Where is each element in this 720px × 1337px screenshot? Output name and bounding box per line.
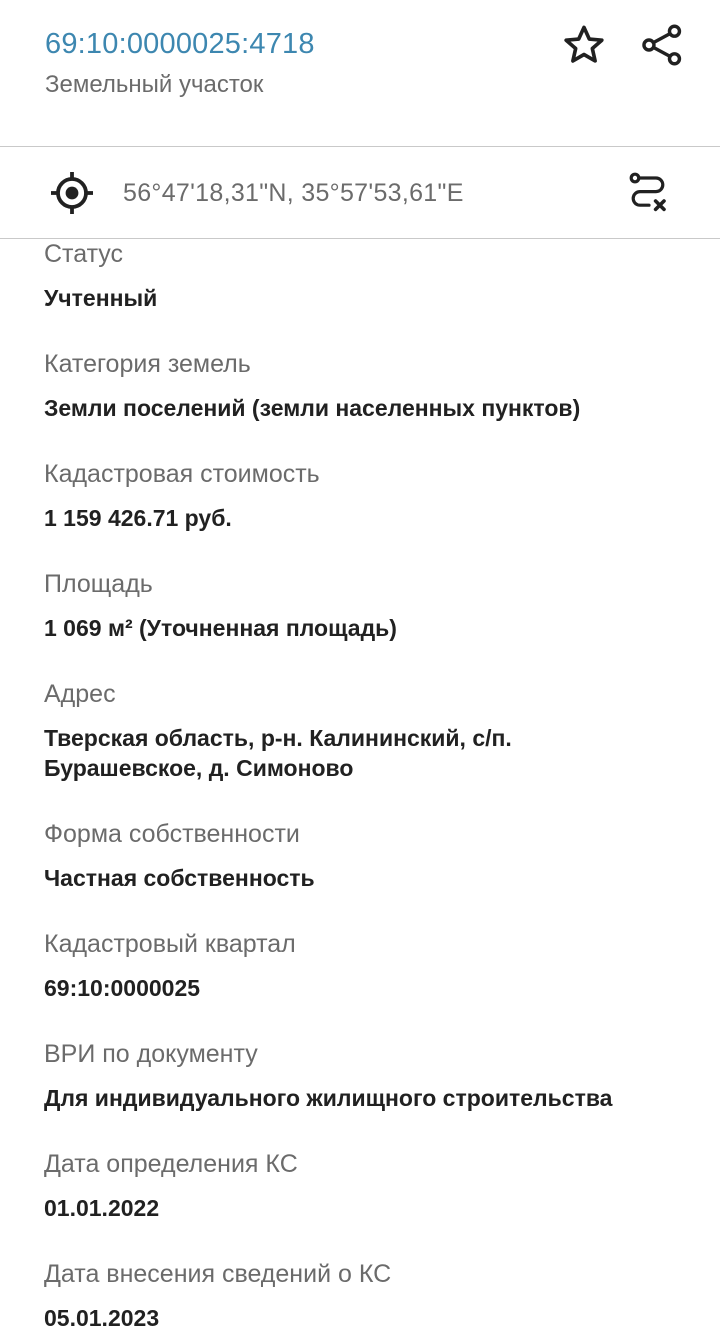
field-label: Статус — [44, 240, 124, 268]
locate-button[interactable] — [46, 167, 98, 219]
field-ownership-form: Форма собственности Частная собственност… — [44, 819, 684, 893]
field-value: Частная собственность — [44, 865, 315, 891]
field-area: Площадь 1 069 м² (Уточненная площадь) — [44, 569, 684, 643]
address-line-2: Бурашевское, д. Симоново — [44, 755, 354, 781]
field-value: 1 069 м² (Уточненная площадь) — [44, 615, 397, 641]
field-label: Площадь — [44, 570, 153, 598]
object-header: 69:10:0000025:4718 Земельный участок — [0, 0, 720, 146]
field-value: Тверская область, р-н. Калининский, с/п.… — [44, 723, 684, 783]
field-label: Кадастровый квартал — [44, 930, 296, 958]
field-label: Форма собственности — [44, 820, 300, 848]
field-label: Категория земель — [44, 350, 251, 378]
object-type: Земельный участок — [45, 71, 264, 98]
address-line-1: Тверская область, р-н. Калининский, с/п. — [44, 725, 512, 751]
field-label: Дата определения КС — [44, 1150, 298, 1178]
field-value: Для индивидуального жилищного строительс… — [44, 1085, 613, 1111]
field-entry-date: Дата внесения сведений о КС 05.01.2023 — [44, 1259, 684, 1333]
field-value: Земли поселений (земли населенных пункто… — [44, 395, 581, 421]
field-land-category: Категория земель Земли поселений (земли … — [44, 349, 684, 423]
share-button[interactable] — [636, 19, 688, 71]
field-permitted-use: ВРИ по документу Для индивидуального жил… — [44, 1039, 684, 1113]
field-status: Статус Учтенный — [44, 239, 684, 313]
field-label: ВРИ по документу — [44, 1040, 258, 1068]
field-value: 69:10:0000025 — [44, 975, 201, 1001]
field-value: 01.01.2022 — [44, 1195, 160, 1221]
field-label: Кадастровая стоимость — [44, 460, 320, 488]
field-label: Адрес — [44, 680, 116, 708]
route-clear-icon — [624, 169, 672, 217]
star-icon — [561, 22, 607, 68]
coordinates-text[interactable]: 56°47'18,31"N, 35°57'53,61"E — [123, 177, 464, 209]
share-icon — [639, 22, 685, 68]
favorite-button[interactable] — [558, 19, 610, 71]
field-cadastral-quarter: Кадастровый квартал 69:10:0000025 — [44, 929, 684, 1003]
field-value: Учтенный — [44, 285, 158, 311]
field-value: 05.01.2023 — [44, 1305, 160, 1331]
cadastral-number[interactable]: 69:10:0000025:4718 — [45, 26, 315, 62]
coordinates-bar: 56°47'18,31"N, 35°57'53,61"E — [0, 147, 720, 238]
route-clear-button[interactable] — [622, 167, 674, 219]
crosshair-icon — [48, 169, 96, 217]
field-address: Адрес Тверская область, р-н. Калининский… — [44, 679, 684, 783]
field-label: Дата внесения сведений о КС — [44, 1260, 392, 1288]
field-valuation-date: Дата определения КС 01.01.2022 — [44, 1149, 684, 1223]
field-cadastral-value: Кадастровая стоимость 1 159 426.71 руб. — [44, 459, 684, 533]
field-value: 1 159 426.71 руб. — [44, 505, 232, 531]
